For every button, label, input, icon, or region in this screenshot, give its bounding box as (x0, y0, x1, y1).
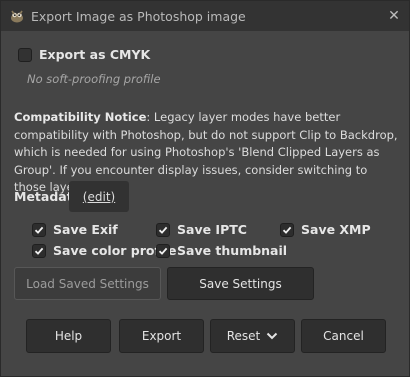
title-bar: Export Image as Photoshop image ✕ (1, 1, 409, 31)
save-settings-button[interactable]: Save Settings (167, 267, 314, 300)
gimp-app-icon (11, 10, 23, 23)
export-button[interactable]: Export (119, 319, 204, 353)
checkmark-icon[interactable] (156, 222, 170, 237)
save-thumbnail-label: Save thumbnail (177, 243, 288, 258)
close-icon[interactable]: ✕ (379, 1, 409, 31)
checkbox-empty-icon[interactable] (18, 47, 32, 62)
save-iptc-label: Save IPTC (177, 222, 247, 237)
chevron-down-icon (267, 332, 278, 340)
save-iptc-checkbox[interactable]: Save IPTC (156, 222, 247, 237)
save-xmp-label: Save XMP (301, 222, 371, 237)
checkmark-icon[interactable] (156, 243, 170, 258)
save-thumbnail-checkbox[interactable]: Save thumbnail (156, 243, 287, 258)
checkmark-icon[interactable] (32, 243, 46, 258)
cancel-button[interactable]: Cancel (301, 319, 386, 353)
export-cmyk-checkbox[interactable]: Export as CMYK (18, 47, 150, 62)
export-dialog: Export Image as Photoshop image ✕ Export… (0, 0, 410, 377)
window-title: Export Image as Photoshop image (31, 8, 246, 24)
export-cmyk-label: Export as CMYK (39, 47, 151, 62)
checkmark-icon[interactable] (32, 222, 46, 237)
metadata-edit-button[interactable]: (edit) (69, 181, 129, 212)
save-xmp-checkbox[interactable]: Save XMP (280, 222, 371, 237)
save-color-profile-checkbox[interactable]: Save color profile (32, 243, 177, 258)
load-saved-settings-button[interactable]: Load Saved Settings (14, 267, 161, 300)
save-exif-checkbox[interactable]: Save Exif (32, 222, 118, 237)
save-exif-label: Save Exif (53, 222, 118, 237)
checkmark-icon[interactable] (280, 222, 294, 237)
reset-button[interactable]: Reset (210, 319, 295, 353)
reset-label: Reset (226, 329, 261, 343)
soft-proofing-text: No soft-proofing profile (27, 72, 161, 86)
help-button[interactable]: Help (26, 319, 111, 353)
notice-heading: Compatibility Notice (14, 110, 147, 124)
